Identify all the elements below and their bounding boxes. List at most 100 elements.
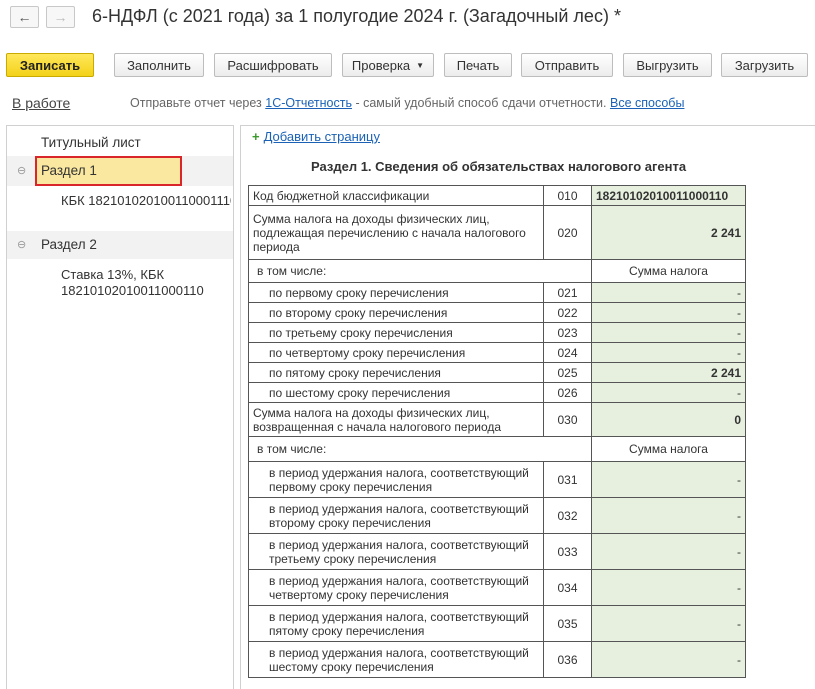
table-row: по четвертому сроку перечисления 024 - xyxy=(248,342,746,363)
return-label: в период удержания налога, соответствующ… xyxy=(248,605,544,642)
arrow-right-icon: → xyxy=(53,9,68,25)
table-row: Сумма налога на доходы физических лиц, в… xyxy=(248,402,746,437)
status-link[interactable]: В работе xyxy=(12,95,70,111)
import-button[interactable]: Загрузить xyxy=(721,53,808,77)
kbk-code: 010 xyxy=(543,185,592,206)
section2-rate-line1: Ставка 13%, КБК xyxy=(61,267,165,282)
return-value[interactable]: - xyxy=(591,497,746,534)
row030-code: 030 xyxy=(543,402,592,437)
term-label: по пятому сроку перечисления xyxy=(248,362,544,383)
return-code: 034 xyxy=(543,569,592,606)
row020-label: Сумма налога на доходы физических лиц, п… xyxy=(248,205,544,260)
back-button[interactable]: ← xyxy=(10,6,39,28)
row030-label: Сумма налога на доходы физических лиц, в… xyxy=(248,402,544,437)
send-hint: Отправьте отчет через 1С-Отчетность - са… xyxy=(130,96,684,110)
check-button[interactable]: Проверка ▼ xyxy=(342,53,434,77)
term-value[interactable]: - xyxy=(591,282,746,303)
term-value[interactable]: 2 241 xyxy=(591,362,746,383)
return-code: 035 xyxy=(543,605,592,642)
table-row: в период удержания налога, соответствующ… xyxy=(248,497,746,534)
return-code: 036 xyxy=(543,641,592,678)
table-row: Сумма налога на доходы физических лиц, п… xyxy=(248,205,746,260)
table-row: по второму сроку перечисления 022 - xyxy=(248,302,746,323)
tree-item-section1-kbk[interactable]: КБК 182101020100110001110 xyxy=(61,193,231,209)
table-row: по третьему сроку перечисления 023 - xyxy=(248,322,746,343)
collapse-icon[interactable]: ⊖ xyxy=(17,164,26,177)
return-code: 032 xyxy=(543,497,592,534)
row030-value[interactable]: 0 xyxy=(591,402,746,437)
return-value[interactable]: - xyxy=(591,605,746,642)
table-row: по шестому сроку перечисления 026 - xyxy=(248,382,746,403)
plus-icon: + xyxy=(252,129,260,144)
kbk-field[interactable]: 18210102010011000110 xyxy=(591,185,746,206)
term-code: 022 xyxy=(543,302,592,323)
term-code: 024 xyxy=(543,342,592,363)
fill-button[interactable]: Заполнить xyxy=(114,53,204,77)
table-row: в период удержания налога, соответствующ… xyxy=(248,533,746,570)
tree-item-section2[interactable]: Раздел 2 xyxy=(41,237,97,252)
save-button[interactable]: Записать xyxy=(6,53,94,77)
row020-value[interactable]: 2 241 xyxy=(591,205,746,260)
tree-item-section1[interactable]: Раздел 1 xyxy=(41,163,97,178)
term-value[interactable]: - xyxy=(591,322,746,343)
return-code: 033 xyxy=(543,533,592,570)
table-row: в том числе: Сумма налога xyxy=(248,259,746,283)
return-value[interactable]: - xyxy=(591,569,746,606)
sum-header: Сумма налога xyxy=(591,259,746,283)
sum-header: Сумма налога xyxy=(591,436,746,462)
check-button-label: Проверка xyxy=(351,57,411,73)
table-row: в период удержания налога, соответствующ… xyxy=(248,461,746,498)
return-value[interactable]: - xyxy=(591,461,746,498)
caret-down-icon: ▼ xyxy=(416,60,425,70)
return-label: в период удержания налога, соответствующ… xyxy=(248,641,544,678)
return-value[interactable]: - xyxy=(591,533,746,570)
return-label: в период удержания налога, соответствующ… xyxy=(248,497,544,534)
add-page-link[interactable]: + Добавить страницу xyxy=(252,129,380,144)
term-label: по третьему сроку перечисления xyxy=(248,322,544,343)
collapse-icon[interactable]: ⊖ xyxy=(17,238,26,251)
section-title: Раздел 1. Сведения об обязательствах нал… xyxy=(311,159,687,174)
send-hint-middle: - самый удобный способ сдачи отчетности. xyxy=(351,96,610,110)
decode-button[interactable]: Расшифровать xyxy=(214,53,332,77)
table-row: в период удержания налога, соответствующ… xyxy=(248,641,746,678)
all-methods-link[interactable]: Все способы xyxy=(610,96,684,110)
send-hint-prefix: Отправьте отчет через xyxy=(130,96,266,110)
tree-item-section2-rate[interactable]: Ставка 13%, КБК 18210102010011000110 xyxy=(61,267,204,299)
term-label: по первому сроку перечисления xyxy=(248,282,544,303)
table-row: в период удержания налога, соответствующ… xyxy=(248,605,746,642)
term-value[interactable]: - xyxy=(591,302,746,323)
sections-panel xyxy=(6,125,234,689)
table-row: Код бюджетной классификации 010 18210102… xyxy=(248,185,746,206)
forward-button[interactable]: → xyxy=(46,6,75,28)
incl-label: в том числе: xyxy=(248,436,592,462)
term-value[interactable]: - xyxy=(591,342,746,363)
section2-rate-line2: 18210102010011000110 xyxy=(61,283,204,298)
table-row: по первому сроку перечисления 021 - xyxy=(248,282,746,303)
term-code: 021 xyxy=(543,282,592,303)
return-value[interactable]: - xyxy=(591,641,746,678)
kbk-label: Код бюджетной классификации xyxy=(248,185,544,206)
incl-label: в том числе: xyxy=(248,259,592,283)
table-row: в период удержания налога, соответствующ… xyxy=(248,569,746,606)
term-code: 023 xyxy=(543,322,592,343)
term-label: по второму сроку перечисления xyxy=(248,302,544,323)
return-code: 031 xyxy=(543,461,592,498)
add-page-label: Добавить страницу xyxy=(263,129,380,144)
service-link[interactable]: 1С-Отчетность xyxy=(265,96,352,110)
window-title: 6-НДФЛ (с 2021 года) за 1 полугодие 2024… xyxy=(92,6,621,26)
table-row: в том числе: Сумма налога xyxy=(248,436,746,462)
arrow-left-icon: ← xyxy=(17,9,32,25)
row020-code: 020 xyxy=(543,205,592,260)
export-button[interactable]: Выгрузить xyxy=(623,53,712,77)
term-code: 025 xyxy=(543,362,592,383)
return-label: в период удержания налога, соответствующ… xyxy=(248,533,544,570)
return-label: в период удержания налога, соответствующ… xyxy=(248,461,544,498)
term-label: по четвертому сроку перечисления xyxy=(248,342,544,363)
send-button[interactable]: Отправить xyxy=(521,53,613,77)
term-value[interactable]: - xyxy=(591,382,746,403)
term-code: 026 xyxy=(543,382,592,403)
section1-table: Код бюджетной классификации 010 18210102… xyxy=(248,185,746,678)
print-button[interactable]: Печать xyxy=(444,53,512,77)
table-row: по пятому сроку перечисления 025 2 241 xyxy=(248,362,746,383)
tree-item-title-page[interactable]: Титульный лист xyxy=(41,135,141,150)
